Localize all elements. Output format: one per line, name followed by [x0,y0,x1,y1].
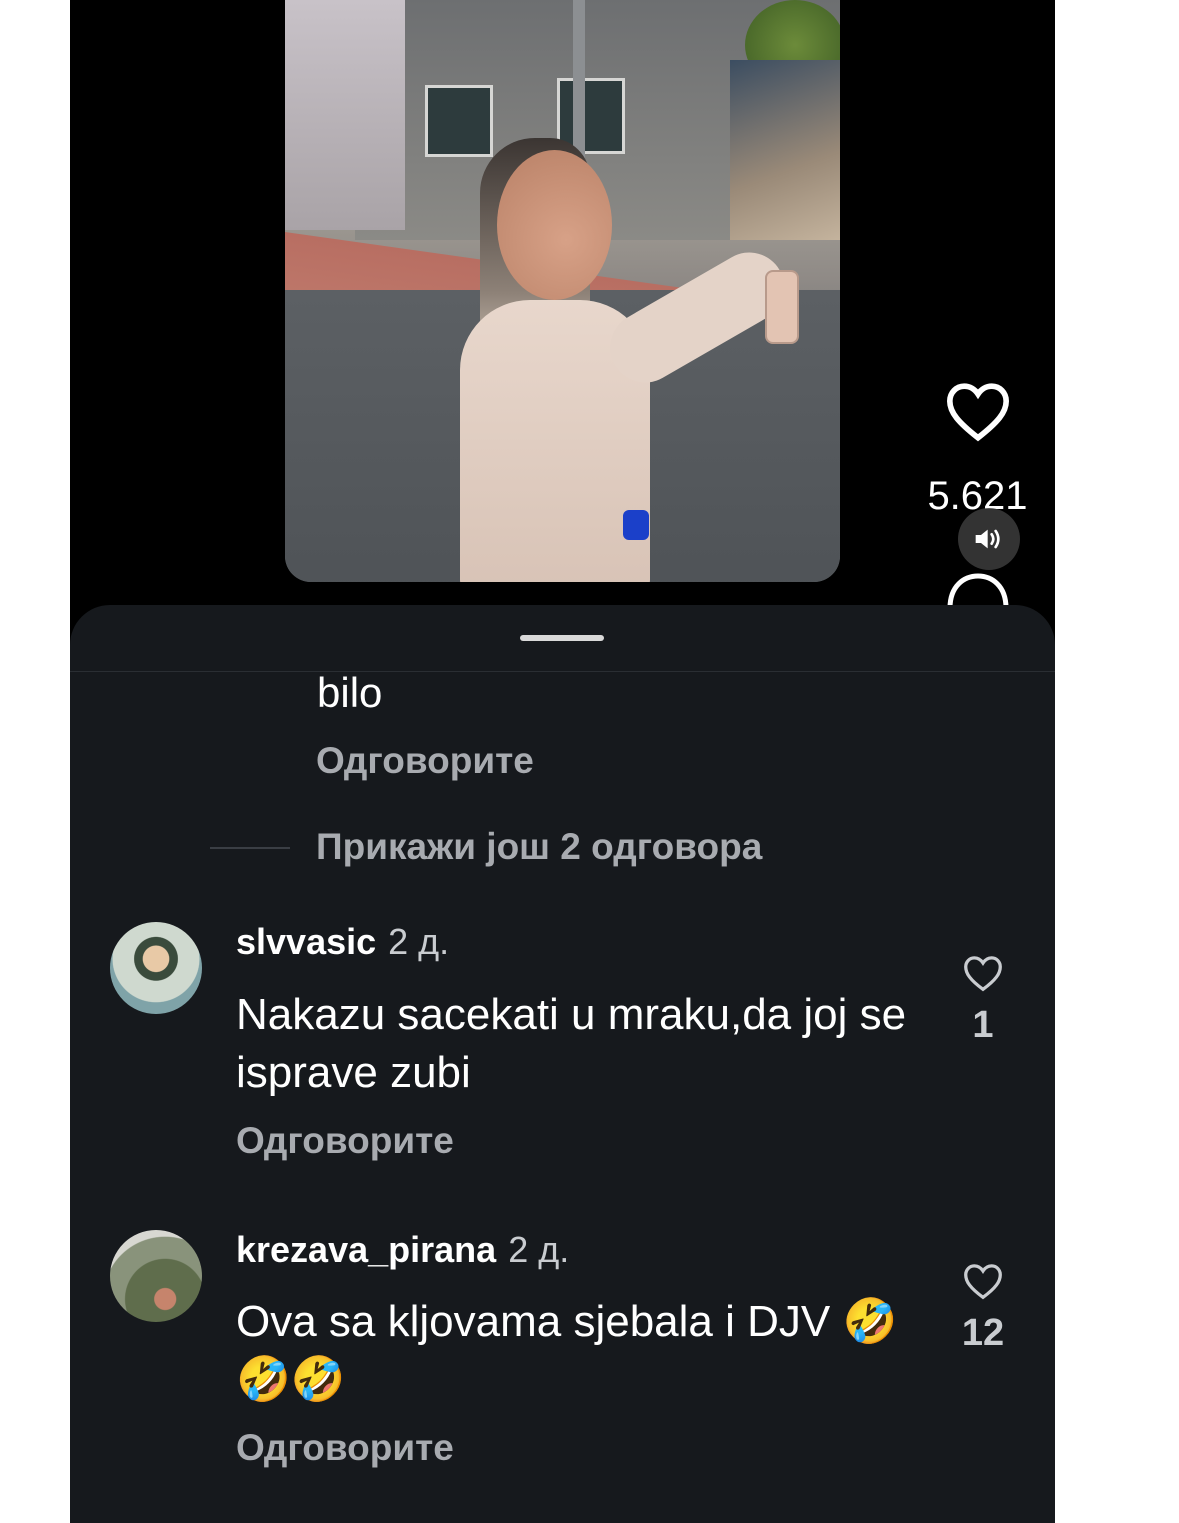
comment-header: slvvasic 2 д. [236,921,449,963]
video-scene-building-left [285,0,405,230]
sound-toggle-button[interactable] [958,508,1020,570]
speaker-icon [975,529,1000,549]
heart-outline-icon [964,956,1002,992]
comment-time: 2 д. [388,921,450,962]
video-player[interactable] [285,0,840,582]
heart-outline-icon [964,1264,1002,1300]
reply-button[interactable]: Одговорите [236,1427,454,1469]
comment-username[interactable]: slvvasic [236,921,376,962]
comment-like-count: 12 [961,1312,1005,1354]
comment-like-button[interactable]: 12 [948,1261,1018,1355]
video-scene-poster [730,60,840,240]
comment-username[interactable]: krezava_pirana [236,1229,496,1270]
video-scene-person-head [497,150,612,300]
reply-button[interactable]: Одговорите [236,1120,454,1162]
sheet-drag-handle[interactable] [520,635,604,641]
video-scene-window [425,85,493,157]
comment-like-button[interactable]: 1 [948,953,1018,1047]
comment-like-count: 1 [972,1004,994,1046]
video-scene-phone [765,270,799,344]
reply-button[interactable]: Одговорите [316,740,534,782]
sheet-divider [70,671,1055,672]
comment-text: Nakazu sacekati u mraku,da joj se isprav… [236,990,907,1097]
show-more-replies-button[interactable]: Прикажи још 2 одговора [316,826,762,868]
comments-sheet: bilo Одговорите Прикажи још 2 одговора s… [70,605,1055,1523]
comment-header: krezava_pirana 2 д. [236,1229,569,1271]
comment-time: 2 д. [508,1229,570,1270]
comment-text: Ova sa kljovama sjebala i DJV 🤣🤣🤣 [236,1297,898,1404]
previous-comment-text: bilo [317,669,383,716]
avatar[interactable] [110,922,202,1014]
avatar[interactable] [110,1230,202,1322]
heart-icon [946,383,1009,442]
reels-app: 5.621 bilo Одговорите Прикажи још 2 одго… [70,0,1055,1523]
replies-divider-line [210,847,290,849]
video-scene-microphone [623,510,649,540]
like-button[interactable] [920,380,1035,442]
